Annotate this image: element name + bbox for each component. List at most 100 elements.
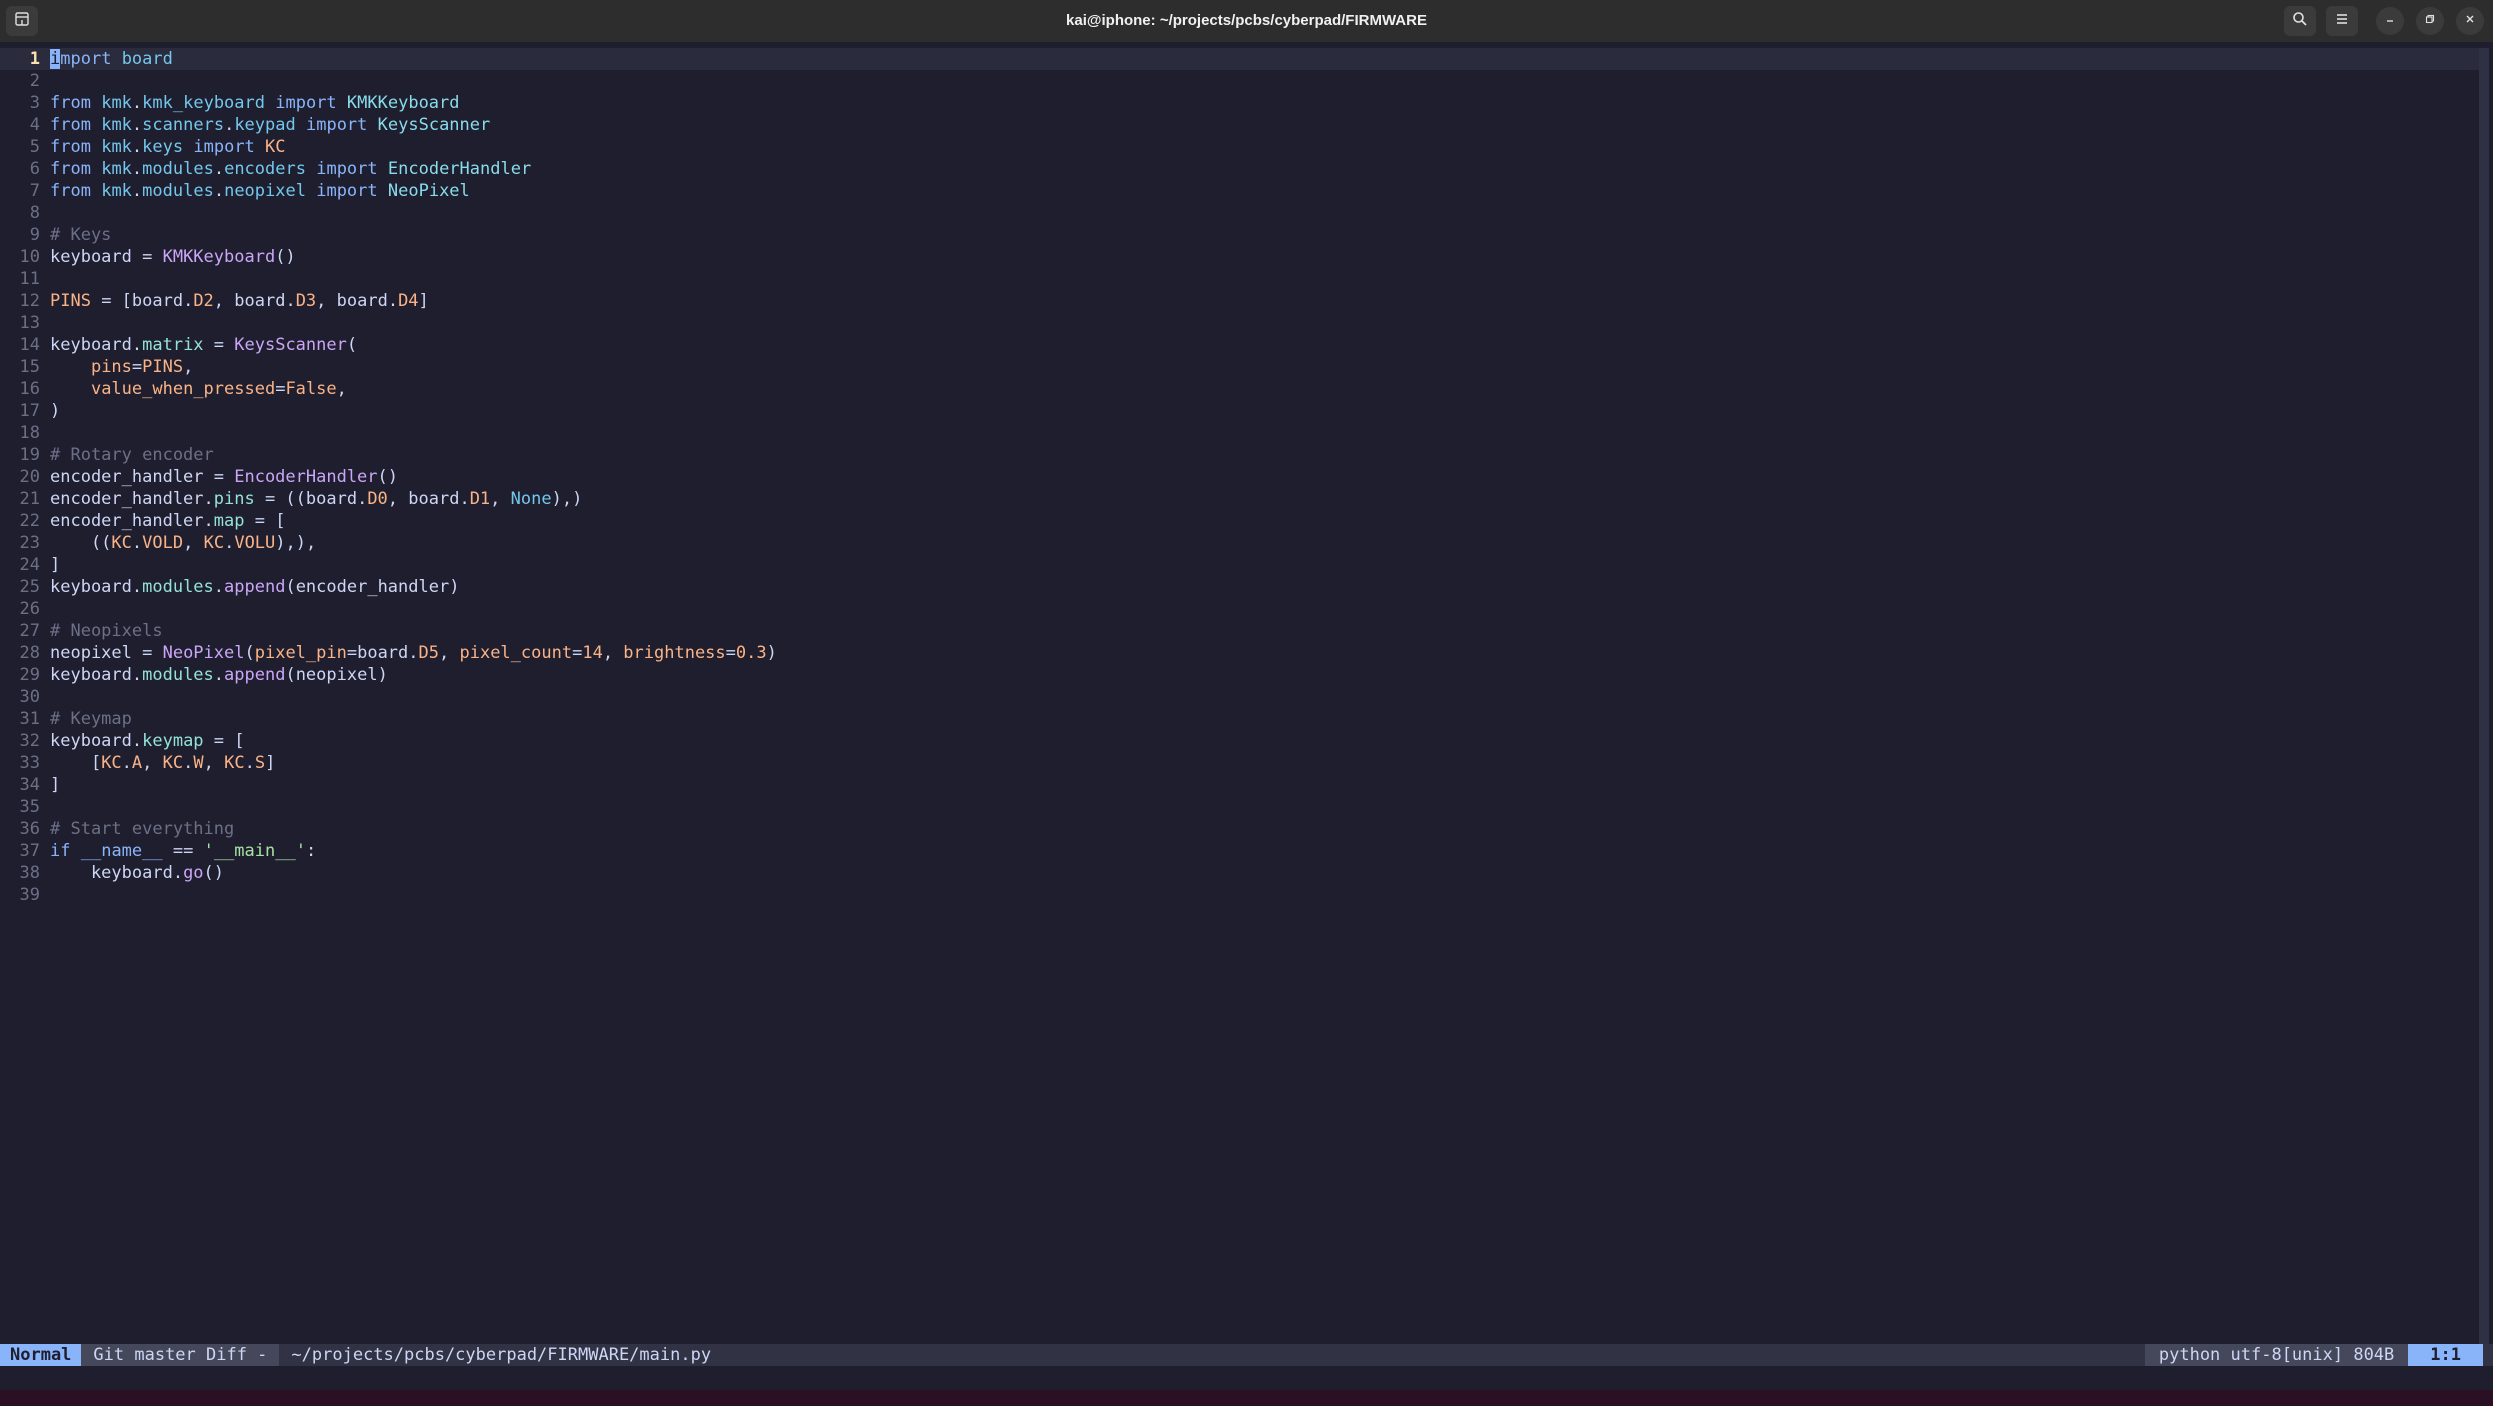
code-token: # Neopixels <box>50 621 163 641</box>
code-line[interactable]: 23 ((KC.VOLD, KC.VOLU),), <box>0 532 2480 554</box>
git-branch-indicator: Git master Diff - <box>81 1344 280 1366</box>
code-token: = <box>572 643 583 663</box>
code-line[interactable]: 28 neopixel = NeoPixel(pixel_pin=board.D5… <box>0 642 2480 664</box>
code-token: import <box>305 115 368 135</box>
code-line[interactable]: 1 import board <box>0 48 2480 70</box>
code-line[interactable]: 4 from kmk.scanners.keypad import KeysSca… <box>0 114 2480 136</box>
line-number: 37 <box>19 841 40 861</box>
code-line[interactable]: 20 encoder_handler = EncoderHandler() <box>0 466 2480 488</box>
code-token: # Keymap <box>50 709 132 729</box>
code-line[interactable]: 30 <box>0 686 2480 708</box>
code-line[interactable]: 22 encoder_handler.map = [ <box>0 510 2480 532</box>
code-line[interactable]: 26 <box>0 598 2480 620</box>
code-line[interactable]: 29 keyboard.modules.append(neopixel) <box>0 664 2480 686</box>
code-token: encoders <box>224 159 306 179</box>
status-line: Normal Git master Diff - ~/projects/pcbs… <box>0 1344 2493 1366</box>
window-title: kai@iphone: ~/projects/pcbs/cyberpad/FIR… <box>1066 12 1427 29</box>
code-line[interactable]: 14 keyboard.matrix = KeysScanner( <box>0 334 2480 356</box>
code-line[interactable]: 31 # Keymap <box>0 708 2480 730</box>
code-token: = <box>725 643 736 663</box>
text-cursor: i <box>50 49 61 69</box>
code-token: NeoPixel <box>387 181 470 201</box>
code-token: 0.3 <box>735 643 767 663</box>
code-text: keyboard.matrix = KeysScanner( <box>50 335 357 355</box>
code-token: from <box>50 181 91 201</box>
code-line[interactable]: 6 from kmk.modules.encoders import Encode… <box>0 158 2480 180</box>
code-token: KC <box>224 753 245 773</box>
code-line[interactable]: 3 from kmk.kmk_keyboard import KMKKeyboar… <box>0 92 2480 114</box>
code-line[interactable]: 19 # Rotary encoder <box>0 444 2480 466</box>
code-text: pins=PINS, <box>50 357 193 377</box>
code-line[interactable]: 35 <box>0 796 2480 818</box>
code-line[interactable]: 12 PINS = [board.D2, board.D3, board.D4] <box>0 290 2480 312</box>
code-token: (neopixel) <box>285 665 388 685</box>
code-line[interactable]: 36 # Start everything <box>0 818 2480 840</box>
code-text: from kmk.scanners.keypad import KeysScan… <box>50 115 490 135</box>
code-line[interactable]: 33 [KC.A, KC.W, KC.S] <box>0 752 2480 774</box>
code-token: D4 <box>398 291 419 311</box>
code-line[interactable]: 13 <box>0 312 2480 334</box>
menu-button[interactable] <box>2326 6 2358 36</box>
code-line[interactable]: 15 pins=PINS, <box>0 356 2480 378</box>
code-line[interactable]: 5 from kmk.keys import KC <box>0 136 2480 158</box>
code-token: , <box>183 357 194 377</box>
code-line[interactable]: 21 encoder_handler.pins = ((board.D0, boa… <box>0 488 2480 510</box>
code-line[interactable]: 25 keyboard.modules.append(encoder_handle… <box>0 576 2480 598</box>
code-line[interactable]: 9 # Keys <box>0 224 2480 246</box>
line-number: 18 <box>19 423 40 443</box>
code-token: kmk <box>101 93 132 113</box>
code-text: encoder_handler.pins = ((board.D0, board… <box>50 489 582 509</box>
line-number: 31 <box>19 709 40 729</box>
code-token: # Start everything <box>50 819 235 839</box>
code-token: kmk <box>101 181 132 201</box>
code-line[interactable]: 24] <box>0 554 2480 576</box>
code-token: map <box>213 511 245 531</box>
code-line[interactable]: 18 <box>0 422 2480 444</box>
code-line[interactable]: 17) <box>0 400 2480 422</box>
code-line[interactable]: 37 if __name__ == '__main__': <box>0 840 2480 862</box>
line-number: 10 <box>19 247 40 267</box>
code-line[interactable]: 32 keyboard.keymap = [ <box>0 730 2480 752</box>
maximize-button[interactable] <box>2416 7 2444 35</box>
code-text: ) <box>50 401 60 421</box>
code-line[interactable]: 16 value_when_pressed=False, <box>0 378 2480 400</box>
code-line[interactable]: 8 <box>0 202 2480 224</box>
code-line[interactable]: 10 keyboard = KMKKeyboard() <box>0 246 2480 268</box>
close-button[interactable] <box>2456 7 2484 35</box>
code-token: encoder_handler = <box>50 467 235 487</box>
code-token: =board. <box>346 643 419 663</box>
editor-scrollbar[interactable] <box>2479 48 2489 1344</box>
editor-scrollbar-thumb[interactable] <box>2479 48 2489 1344</box>
code-text: ] <box>50 775 60 795</box>
code-token: keymap <box>142 731 204 751</box>
code-token: D1 <box>469 489 491 509</box>
code-line[interactable]: 27 # Neopixels <box>0 620 2480 642</box>
code-token: keys <box>142 137 184 157</box>
code-line[interactable]: 34] <box>0 774 2480 796</box>
maximize-icon <box>2424 12 2436 30</box>
code-token: KC <box>162 753 184 773</box>
code-token: value_when_pressed <box>90 379 276 399</box>
cursor-position: 1:1 <box>2408 1344 2483 1366</box>
code-token: pixel_pin <box>254 643 347 663</box>
code-line[interactable]: 7 from kmk.modules.neopixel import NeoPix… <box>0 180 2480 202</box>
code-token: KC <box>101 753 122 773</box>
code-token: if <box>50 841 71 861</box>
code-token: # Keys <box>50 225 112 245</box>
line-number: 33 <box>19 753 40 773</box>
code-line[interactable]: 39 <box>0 884 2480 906</box>
code-token: == <box>162 841 204 861</box>
code-editor-buffer[interactable]: 1 import board 2 3 from kmk.kmk_keyboard imp… <box>0 48 2480 906</box>
code-line[interactable]: 2 <box>0 70 2480 92</box>
code-line[interactable]: 38 keyboard.go() <box>0 862 2480 884</box>
minimize-button[interactable] <box>2376 7 2404 35</box>
code-line[interactable]: 11 <box>0 268 2480 290</box>
code-token: = <box>203 335 235 355</box>
search-button[interactable] <box>2284 6 2316 36</box>
code-token: None <box>510 489 552 509</box>
new-tab-button[interactable] <box>6 6 38 36</box>
code-token: ),) <box>551 489 583 509</box>
